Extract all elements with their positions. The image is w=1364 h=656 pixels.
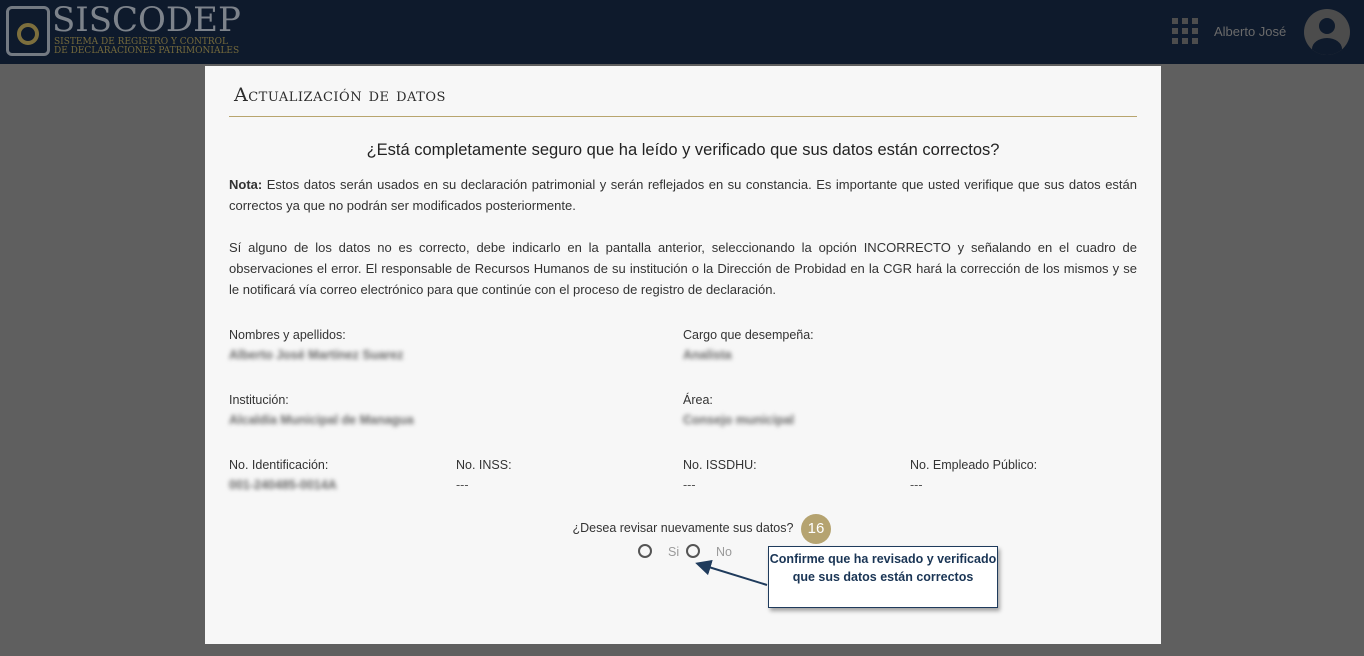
callout-arrow-icon [695, 559, 768, 586]
logo-subtitle: Sistema de Registro y Control de Declara… [54, 37, 240, 56]
username[interactable]: Alberto José [1214, 24, 1286, 39]
instruction-callout: Confirme que ha revisado y verificado qu… [768, 546, 998, 608]
update-data-modal: Actualización de datos ¿Está completamen… [205, 66, 1161, 644]
logo-title: SISCODEP [52, 0, 241, 40]
top-bar: SISCODEP Sistema de Registro y Control d… [0, 0, 1364, 64]
logo-emblem-icon [6, 6, 50, 56]
siscodep-logo[interactable]: SISCODEP Sistema de Registro y Control d… [4, 0, 244, 60]
apps-grid-icon[interactable] [1172, 18, 1198, 44]
user-avatar-icon[interactable] [1304, 9, 1350, 55]
